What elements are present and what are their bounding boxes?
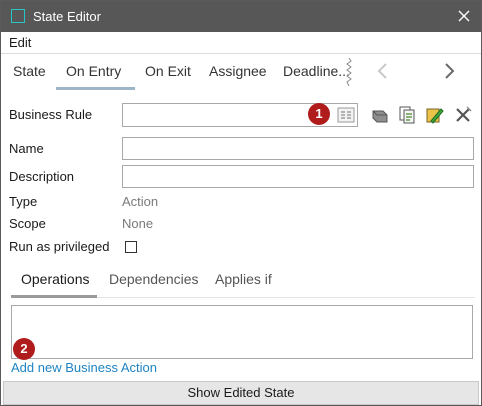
scope-label: Scope bbox=[9, 216, 46, 231]
window-title: State Editor bbox=[33, 9, 101, 24]
tab-assignee[interactable]: Assignee bbox=[209, 63, 267, 79]
run-as-privileged-checkbox[interactable] bbox=[125, 241, 137, 253]
tab-deadline[interactable]: Deadline... bbox=[283, 63, 350, 79]
tabs-scroll-right-button[interactable] bbox=[439, 60, 459, 82]
operations-list[interactable] bbox=[11, 305, 473, 359]
clear-selection-button[interactable] bbox=[370, 105, 390, 125]
close-button[interactable] bbox=[451, 4, 477, 28]
active-subtab-indicator bbox=[11, 295, 97, 298]
add-new-business-action-link[interactable]: Add new Business Action bbox=[11, 360, 157, 375]
description-label: Description bbox=[9, 169, 75, 184]
type-value: Action bbox=[122, 194, 159, 209]
state-editor-window: State Editor Edit State On Entry On Exit… bbox=[0, 0, 482, 406]
copy-document-icon bbox=[399, 106, 415, 124]
name-field[interactable] bbox=[122, 137, 474, 160]
subtab-divider bbox=[97, 297, 475, 298]
menu-edit[interactable]: Edit bbox=[9, 35, 31, 50]
business-rule-picker-button[interactable] bbox=[337, 106, 355, 124]
pencil-edit-icon bbox=[426, 108, 444, 124]
subtab-operations[interactable]: Operations bbox=[21, 271, 89, 287]
subtab-applies-if[interactable]: Applies if bbox=[215, 271, 272, 287]
tab-on-entry[interactable]: On Entry bbox=[66, 63, 121, 79]
active-tab-indicator bbox=[56, 87, 135, 90]
tabs-scroll-left-button[interactable] bbox=[373, 60, 393, 82]
delete-x-icon bbox=[456, 106, 472, 122]
tab-state[interactable]: State bbox=[13, 63, 46, 79]
edit-business-rule-button[interactable] bbox=[425, 105, 445, 125]
tab-overflow-edge bbox=[346, 58, 352, 86]
chevron-left-icon bbox=[377, 63, 387, 79]
remove-business-rule-button[interactable] bbox=[453, 105, 473, 125]
subtab-dependencies[interactable]: Dependencies bbox=[109, 271, 199, 287]
close-icon bbox=[458, 10, 470, 22]
scope-value: None bbox=[122, 216, 154, 231]
list-picker-icon bbox=[337, 107, 355, 123]
chevron-right-icon bbox=[445, 63, 455, 79]
run-as-privileged-label: Run as privileged bbox=[9, 239, 110, 254]
show-edited-state-button[interactable]: Show Edited State bbox=[3, 381, 479, 405]
operations-subtabs: Operations Dependencies Applies if bbox=[1, 263, 481, 299]
business-rule-label: Business Rule bbox=[9, 107, 93, 122]
eraser-icon bbox=[372, 110, 388, 123]
callout-badge-2: 2 bbox=[13, 338, 35, 360]
editor-tabs: State On Entry On Exit Assignee Deadline… bbox=[1, 54, 481, 90]
title-bar[interactable]: State Editor bbox=[1, 1, 481, 32]
name-label: Name bbox=[9, 141, 44, 156]
tab-on-exit[interactable]: On Exit bbox=[145, 63, 191, 79]
app-window-icon bbox=[11, 9, 25, 23]
menu-bar: Edit bbox=[1, 32, 481, 54]
description-field[interactable] bbox=[122, 165, 474, 188]
type-label: Type bbox=[9, 194, 38, 209]
copy-business-rule-button[interactable] bbox=[397, 105, 417, 125]
callout-badge-1: 1 bbox=[308, 103, 330, 125]
